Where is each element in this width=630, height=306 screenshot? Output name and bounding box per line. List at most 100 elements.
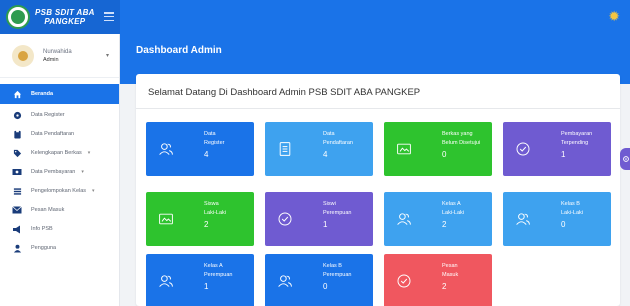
sidebar-item-label: Info PSB: [31, 226, 53, 232]
sidebar-item-label: Data Pembayaran: [31, 169, 76, 175]
user-icon: [12, 243, 22, 253]
stat-tile-kelas-a-laki-laki[interactable]: Kelas A Laki-Laki 2: [384, 192, 492, 246]
check-circle-icon: [277, 211, 293, 227]
tile-label-line-2: Masuk: [442, 272, 459, 278]
user-role: Admin: [43, 56, 59, 63]
tile-label-line-1: Kelas A: [442, 201, 461, 207]
tile-label-line-1: Kelas B: [323, 263, 342, 269]
users-icon: [277, 273, 293, 289]
tile-value: 2: [204, 220, 209, 229]
tile-label-line-2: Laki-Laki: [561, 210, 584, 216]
stat-tile-pembayaran-terpending[interactable]: Pembayaran Terpending 1: [503, 122, 611, 176]
home-icon: [12, 89, 22, 99]
stat-tile-kelas-a-perempuan[interactable]: Kelas A Perempuan 1: [146, 254, 254, 306]
tile-value: 0: [442, 150, 447, 159]
document-icon: [277, 141, 293, 157]
disc-icon: [12, 110, 22, 120]
tile-value: 2: [442, 282, 447, 291]
sidebar-item-label: Pengelompokan Kelas: [31, 188, 87, 194]
sidebar-item-label: Data Pendaftaran: [31, 131, 75, 137]
tile-label-line-2: Belum Disetujui: [442, 140, 481, 146]
tile-label-line-1: Siswa: [204, 201, 219, 207]
users-icon: [158, 141, 174, 157]
stat-tile-siswi-perempuan[interactable]: Siswi Perempuan 1: [265, 192, 373, 246]
chevron-down-icon: ▾: [87, 150, 91, 156]
tile-label-line-2: Perempuan: [323, 210, 352, 216]
tags-icon: [12, 148, 22, 158]
sidebar-item-data-pembayaran[interactable]: Data Pembayaran ▾: [0, 163, 119, 181]
gear-icon[interactable]: ✹: [608, 9, 620, 23]
stat-tile-berkas-yang-belum-disetujui[interactable]: Berkas yang Belum Disetujui 0: [384, 122, 492, 176]
sidebar-item-label: Kelengkapan Berkas: [31, 150, 82, 156]
stat-tile-kelas-b-perempuan[interactable]: Kelas B Perempuan 0: [265, 254, 373, 306]
tile-value: 0: [561, 220, 566, 229]
hamburger-menu-icon[interactable]: [104, 12, 114, 21]
folder-icon: [396, 141, 412, 157]
list-icon: [12, 186, 22, 196]
tile-value: 0: [323, 282, 328, 291]
tile-label-line-2: Perempuan: [204, 272, 233, 278]
envelope-icon: [12, 205, 22, 215]
sidebar-item-beranda[interactable]: Beranda: [0, 84, 119, 104]
users-icon: [396, 211, 412, 227]
tile-label-line-2: Terpending: [561, 140, 589, 146]
sidebar-item-label: Beranda: [31, 91, 54, 97]
tile-label-line-2: Laki-Laki: [204, 210, 227, 216]
tile-label-line-1: Berkas yang: [442, 131, 473, 137]
divider: [136, 108, 620, 109]
check-circle-icon: [396, 273, 412, 289]
tile-label-line-2: Register: [204, 140, 225, 146]
tile-value: 4: [204, 150, 209, 159]
sidebar-item-pengelompokan-kelas[interactable]: Pengelompokan Kelas ▾: [0, 182, 119, 200]
top-navbar: PSB SDIT ABA PANGKEP ✹: [0, 0, 630, 34]
tile-label-line-1: Data: [204, 131, 216, 137]
stat-tile-kelas-b-laki-laki[interactable]: Kelas B Laki-Laki 0: [503, 192, 611, 246]
sidebar-item-data-pendaftaran[interactable]: Data Pendaftaran: [0, 125, 119, 143]
welcome-text: Selamat Datang Di Dashboard Admin PSB SD…: [148, 87, 421, 98]
sidebar-menu: Beranda Data Register Data Pendaftaran Kele…: [0, 84, 119, 257]
brand-line-1: PSB SDIT ABA: [35, 8, 95, 17]
brand-title: PSB SDIT ABA PANGKEP: [35, 8, 95, 26]
sidebar-item-pengguna[interactable]: Pengguna: [0, 239, 119, 257]
dashboard-card: Selamat Datang Di Dashboard Admin PSB SD…: [136, 74, 620, 306]
tile-value: 1: [323, 220, 328, 229]
tile-label-line-2: Pendaftaran: [323, 140, 353, 146]
sidebar-item-pesan-masuk[interactable]: Pesan Masuk: [0, 201, 119, 219]
user-panel[interactable]: Nurwahida Admin ▾: [0, 34, 119, 78]
sidebar-item-data-register[interactable]: Data Register: [0, 106, 119, 124]
tile-value: 4: [323, 150, 328, 159]
sidebar-item-label: Pesan Masuk: [31, 207, 65, 213]
user-name: Nurwahida: [43, 48, 72, 55]
brand-line-2: PANGKEP: [44, 17, 86, 26]
stat-tile-siswa-laki-laki[interactable]: Siswa Laki-Laki 2: [146, 192, 254, 246]
school-logo: [6, 5, 30, 29]
tile-label-line-2: Perempuan: [323, 272, 352, 278]
tile-label-line-1: Pesan: [442, 263, 458, 269]
tile-label-line-1: Kelas A: [204, 263, 223, 269]
tile-value: 1: [561, 150, 566, 159]
avatar: [12, 44, 34, 67]
sidebar-item-label: Data Register: [31, 112, 65, 118]
users-icon: [515, 211, 531, 227]
users-icon: [158, 273, 174, 289]
sidebar: Nurwahida Admin ▾ Beranda Data Register Da…: [0, 34, 120, 306]
check-circle-icon: [515, 141, 531, 157]
tile-value: 2: [442, 220, 447, 229]
brand[interactable]: PSB SDIT ABA PANGKEP: [0, 0, 120, 34]
tile-label-line-1: Siswi: [323, 201, 336, 207]
tile-value: 1: [204, 282, 209, 291]
stat-tile-data-pendaftaran[interactable]: Data Pendaftaran 4: [265, 122, 373, 176]
stat-tile-data-register[interactable]: Data Register 4: [146, 122, 254, 176]
stat-tile-pesan-masuk[interactable]: Pesan Masuk 2: [384, 254, 492, 306]
sidebar-item-info-psb[interactable]: Info PSB: [0, 220, 119, 238]
settings-tab[interactable]: [620, 148, 630, 170]
tile-label-line-1: Data: [323, 131, 335, 137]
megaphone-icon: [12, 224, 22, 234]
sidebar-item-kelengkapan-berkas[interactable]: Kelengkapan Berkas ▾: [0, 144, 119, 162]
sidebar-item-label: Pengguna: [31, 245, 57, 251]
tile-label-line-1: Kelas B: [561, 201, 580, 207]
clipboard-icon: [12, 129, 22, 139]
chevron-down-icon: ▾: [81, 169, 84, 175]
folder-icon: [158, 211, 174, 227]
chevron-down-icon[interactable]: ▾: [106, 52, 109, 59]
